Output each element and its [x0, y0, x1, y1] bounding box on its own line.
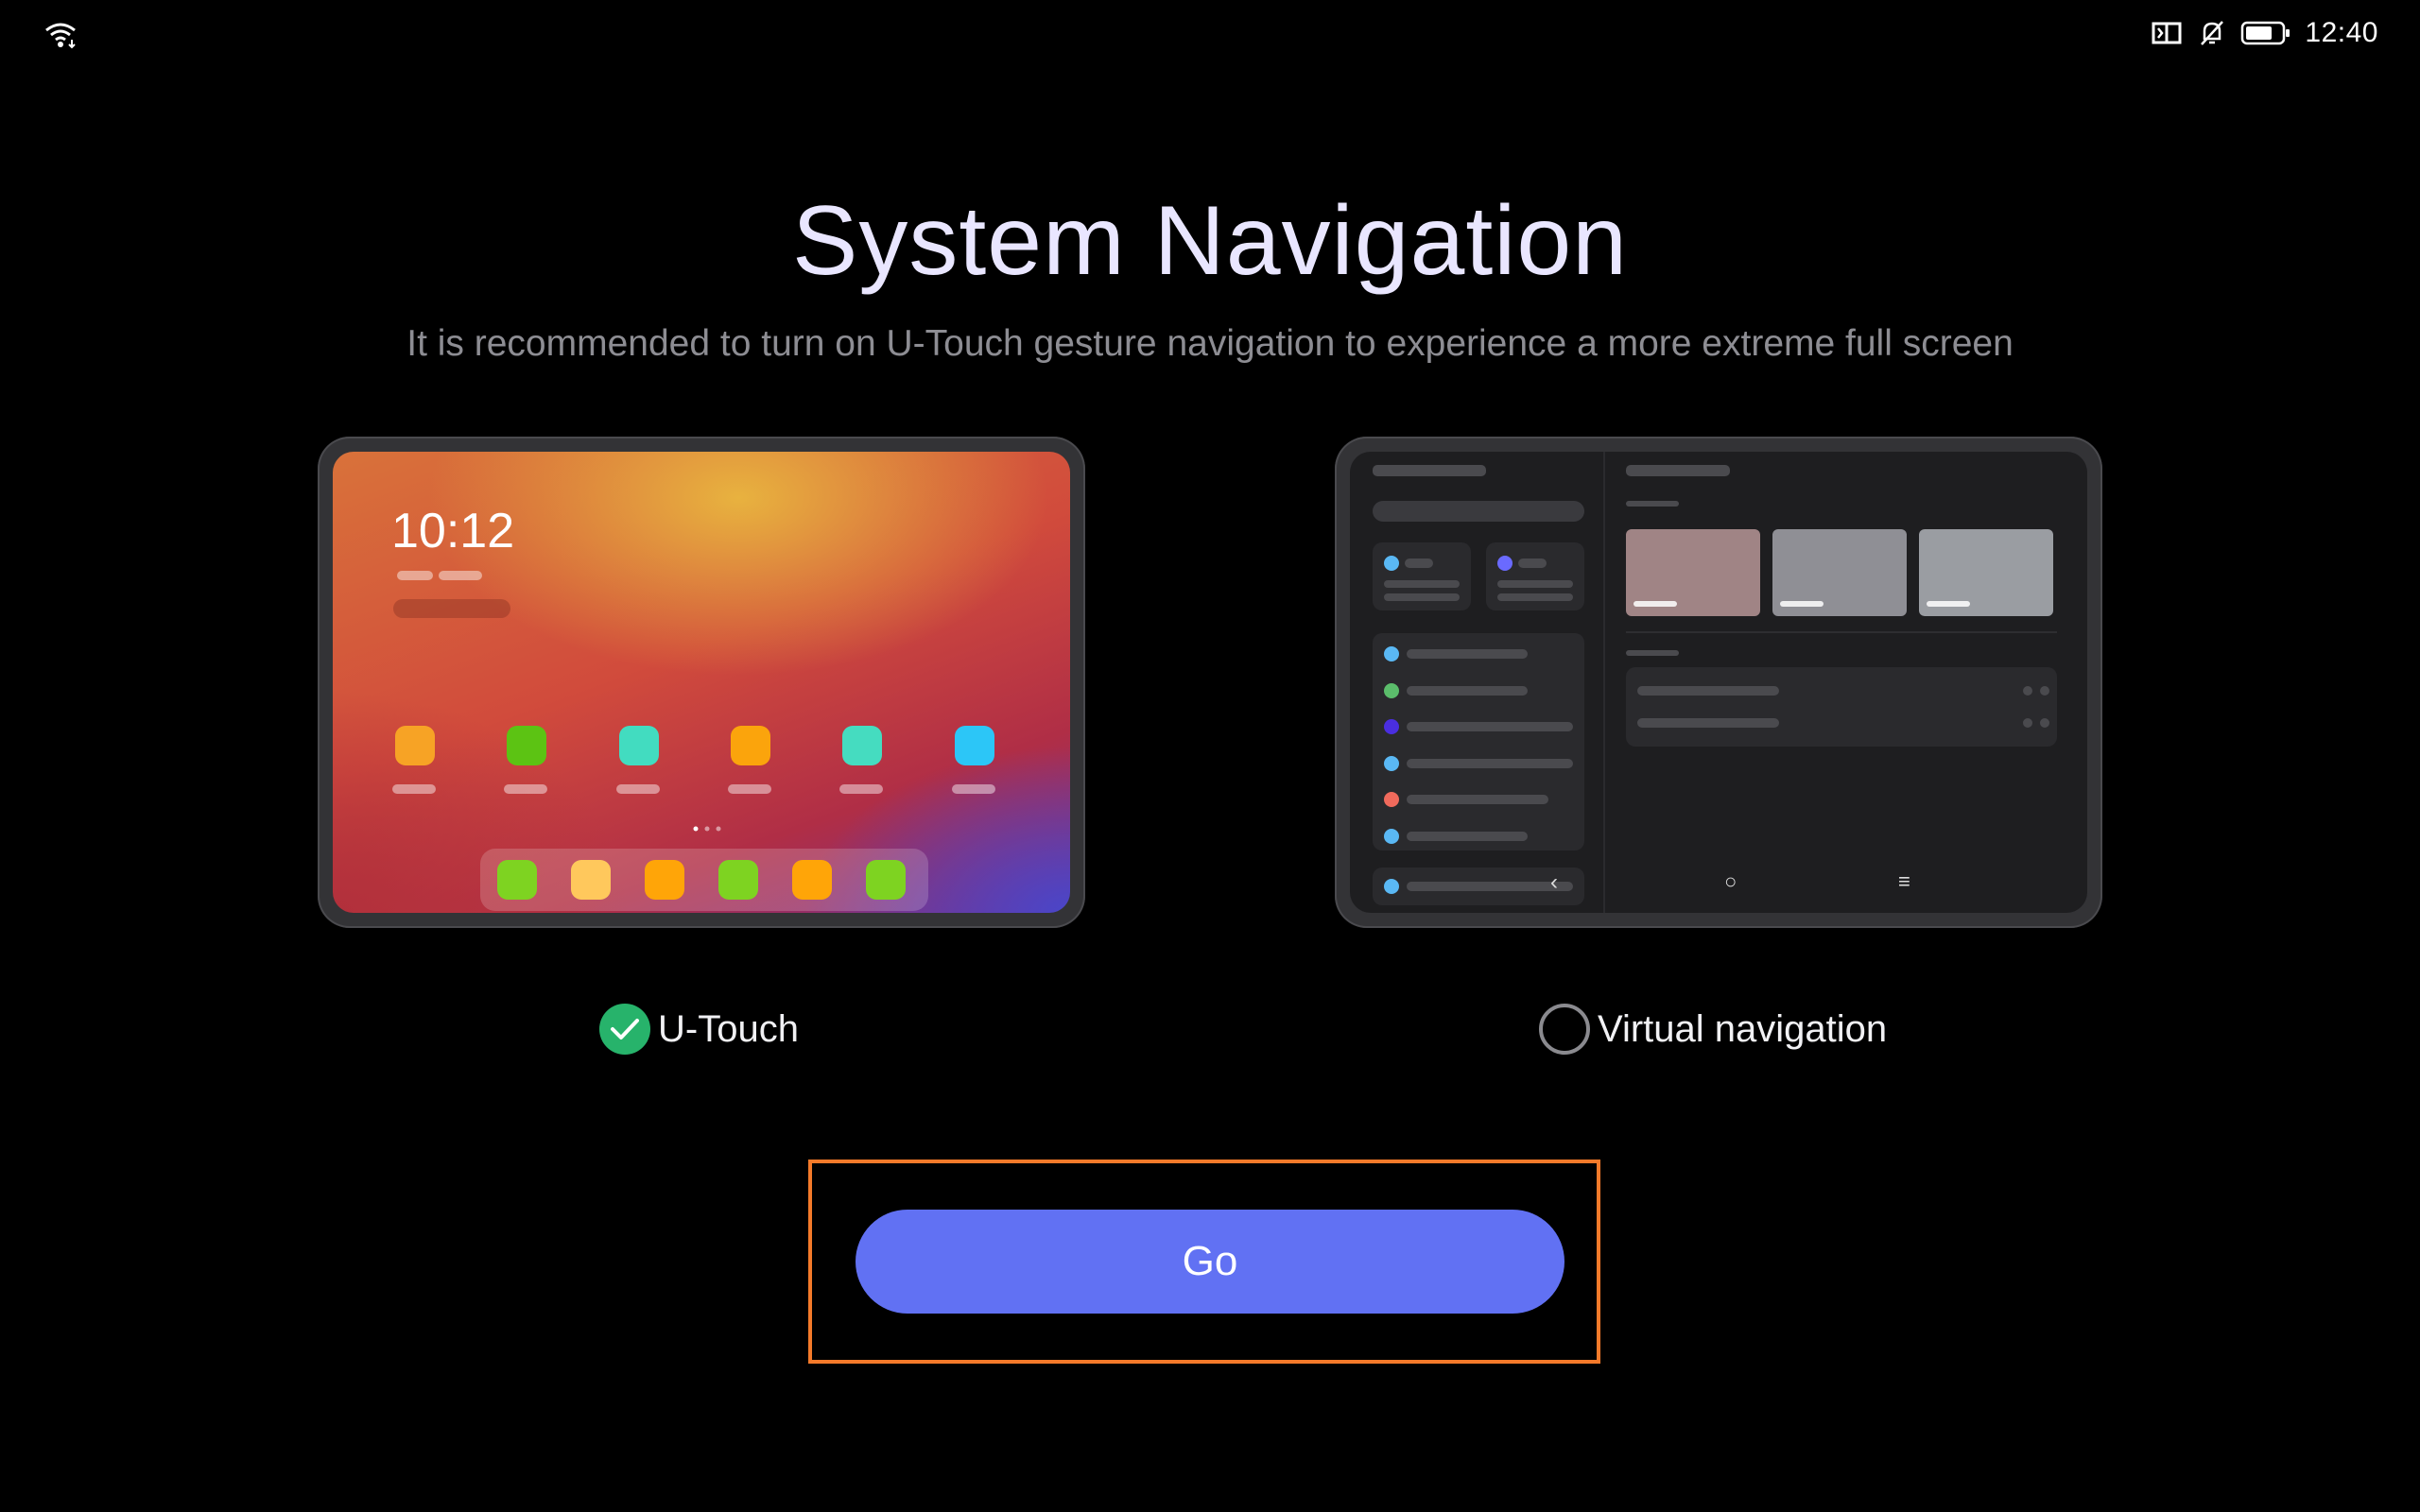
preview-list-card: [1373, 633, 1584, 850]
preview-thumbnail: [1919, 529, 2053, 616]
preview-app-icon: [842, 726, 883, 765]
preview-divider: [1603, 452, 1605, 913]
preview-list-bar: [1407, 685, 1528, 696]
preview-dock-icon: [718, 860, 758, 900]
preview-date-pill: [439, 571, 482, 580]
utouch-radio-checked[interactable]: [599, 1004, 650, 1055]
preview-list-bar: [1407, 831, 1528, 841]
preview-home-icon: ○: [1724, 869, 1737, 893]
preview-dock: [480, 849, 928, 911]
virtual-navigation-radio[interactable]: [1539, 1004, 1590, 1055]
preview-list-dot: [1384, 682, 1399, 698]
utouch-label: U-Touch: [658, 1007, 799, 1050]
preview-bar: [1626, 501, 1679, 507]
preview-divider-line: [1626, 631, 2057, 633]
preview-list-dot: [1384, 828, 1399, 844]
preview-bar: [1497, 593, 1573, 601]
preview-app-label: [615, 784, 660, 794]
preview-bar: [1518, 558, 1547, 568]
preview-search-bar: [1373, 501, 1584, 522]
preview-list-bar: [1407, 758, 1573, 768]
preview-lock-time: 10:12: [391, 504, 515, 558]
go-button[interactable]: Go: [856, 1210, 1564, 1314]
preview-app-label: [839, 784, 884, 794]
preview-bar: [1405, 558, 1433, 568]
preview-list-dot: [1384, 719, 1399, 734]
utouch-option[interactable]: U-Touch: [599, 1004, 799, 1055]
preview-dock-icon: [866, 860, 906, 900]
preview-app-icon: [954, 726, 994, 765]
preview-dot: [1384, 556, 1399, 571]
preview-bar: [1497, 580, 1573, 588]
status-bar-left: [43, 21, 78, 54]
preview-dock-icon: [792, 860, 832, 900]
preview-thumbnail-label: [1927, 601, 1970, 607]
preview-list-bar: [1407, 722, 1573, 731]
system-navigation-page: 12:40 System Navigation It is recommende…: [0, 0, 2420, 1512]
preview-app-icon: [394, 726, 435, 765]
preview-date-pill: [397, 571, 433, 580]
preview-bar: [1626, 650, 1679, 656]
checkmark-icon: [611, 1019, 639, 1040]
page-subtitle: It is recommended to turn on U-Touch ges…: [406, 323, 2014, 364]
vibrate-icon: [2152, 22, 2182, 44]
preview-header-bar: [1626, 465, 1730, 476]
preview-thumbnail: [1626, 529, 1760, 616]
preview-list-bar: [1407, 649, 1528, 659]
wifi-icon: [45, 23, 76, 49]
utouch-preview-screen: 10:12: [333, 452, 1070, 913]
preview-app-label: [504, 784, 548, 794]
preview-app-icon: [618, 726, 659, 765]
virtual-nav-preview[interactable]: ‹ ○ ≡: [1335, 437, 2102, 928]
preview-app-label: [391, 784, 436, 794]
utouch-preview[interactable]: 10:12: [318, 437, 1085, 928]
preview-back-icon: ‹: [1550, 869, 1558, 895]
battery-icon: [2241, 21, 2290, 45]
status-time: 12:40: [2305, 17, 2378, 48]
preview-dot: [1384, 879, 1399, 894]
preview-bar: [1384, 593, 1460, 601]
preview-header-bar: [1373, 465, 1486, 476]
preview-bar: [1407, 882, 1573, 891]
status-bar-right: 12:40: [2150, 17, 2378, 49]
preview-bar: [2040, 686, 2049, 696]
preview-app-label: [728, 784, 771, 794]
preview-bar: [1384, 580, 1460, 588]
preview-dot: [1497, 556, 1512, 571]
preview-dock-icon: [571, 860, 611, 900]
preview-thumbnail-label: [1634, 601, 1677, 607]
preview-list-dot: [1384, 646, 1399, 662]
preview-list-bar: [1407, 795, 1548, 804]
preview-app-icon: [507, 726, 547, 765]
preview-list-dot: [1384, 755, 1399, 771]
preview-dock-icon: [645, 860, 684, 900]
preview-app-icon: [731, 726, 770, 765]
preview-bar: [2023, 686, 2032, 696]
preview-list-dot: [1384, 792, 1399, 807]
preview-thumbnail-label: [1780, 601, 1824, 607]
page-indicator: [693, 826, 721, 832]
preview-bar: [2023, 718, 2032, 728]
preview-bar: [1637, 718, 1779, 728]
page-title: System Navigation: [791, 186, 1629, 296]
preview-settings-card: [1626, 667, 2057, 747]
preview-bar: [2040, 718, 2049, 728]
virtual-navigation-option[interactable]: Virtual navigation: [1539, 1004, 1887, 1055]
preview-app-label: [951, 784, 995, 794]
virtual-navigation-label: Virtual navigation: [1598, 1007, 1888, 1050]
preview-dock-icon: [497, 860, 537, 900]
preview-bar: [1637, 686, 1779, 696]
preview-thumbnail: [1772, 529, 1907, 616]
virtual-nav-preview-screen: ‹ ○ ≡: [1350, 452, 2087, 913]
silent-bell-icon: [2201, 21, 2224, 45]
preview-weather-widget: [393, 599, 510, 618]
preview-menu-icon: ≡: [1898, 869, 1910, 893]
